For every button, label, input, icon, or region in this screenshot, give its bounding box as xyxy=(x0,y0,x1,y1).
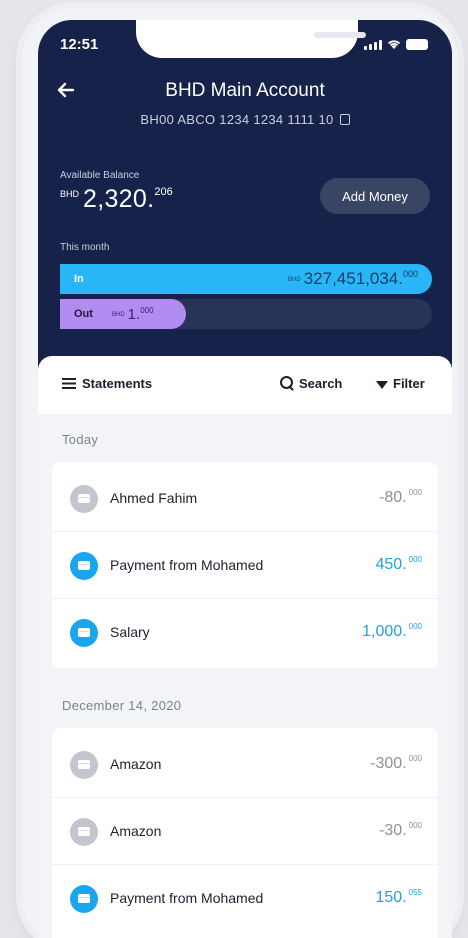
transaction-name: Salary xyxy=(110,624,150,640)
signal-icon xyxy=(364,40,382,50)
transaction-amount-decimals: 055 xyxy=(408,888,422,897)
status-icons xyxy=(364,38,428,50)
transaction-list-december: Amazon -300. 000 Amazon -30. 000 Payment f… xyxy=(52,728,438,938)
card-icon xyxy=(70,552,98,580)
transaction-amount-main: -300. xyxy=(370,755,407,772)
money-in-currency: BHD xyxy=(288,277,301,283)
transaction-amount-decimals: 000 xyxy=(408,622,422,631)
card-icon xyxy=(70,818,98,846)
money-out-amount-decimals: 000 xyxy=(140,306,154,315)
filter-label: Filter xyxy=(393,376,425,391)
section-label-december: December 14, 2020 xyxy=(62,698,182,713)
transaction-row[interactable]: Ahmed Fahim -80. 000 xyxy=(52,466,438,532)
this-month-label: This month xyxy=(60,242,110,253)
money-in-bar: In BHD 327,451,034.000 xyxy=(60,264,432,294)
transaction-amount: -30. 000 xyxy=(379,821,422,840)
section-label-today: Today xyxy=(62,432,99,447)
transaction-amount-decimals: 000 xyxy=(408,555,422,564)
transaction-amount-main: 450. xyxy=(375,556,407,573)
device-notch xyxy=(136,20,366,58)
balance-currency: BHD xyxy=(60,189,80,199)
transaction-amount-decimals: 000 xyxy=(408,754,422,763)
account-header: 12:51 BHD Main Account BH00 ABCO 1234 12… xyxy=(38,20,452,388)
transaction-row[interactable]: Payment from Mohamed 450. 000 xyxy=(52,533,438,599)
transaction-amount: -80. 000 xyxy=(379,488,422,507)
app-screen: 12:51 BHD Main Account BH00 ABCO 1234 12… xyxy=(38,20,452,938)
list-icon xyxy=(62,378,76,389)
transaction-amount: -300. 000 xyxy=(370,754,422,773)
battery-icon xyxy=(406,39,428,50)
add-money-button[interactable]: Add Money xyxy=(320,178,430,214)
transaction-name: Amazon xyxy=(110,756,162,772)
filter-icon xyxy=(376,381,388,389)
transaction-name: Amazon xyxy=(110,823,162,839)
balance-main: 2,320. xyxy=(83,185,155,213)
card-icon xyxy=(70,485,98,513)
money-in-amount: BHD 327,451,034.000 xyxy=(288,269,418,289)
page-title: BHD Main Account xyxy=(165,80,325,101)
transaction-row[interactable]: Salary 1,000. 000 xyxy=(52,600,438,666)
filter-button[interactable]: Filter xyxy=(376,376,425,391)
transaction-list-today: Ahmed Fahim -80. 000 Payment from Mohamed… xyxy=(52,462,438,668)
money-out-bar: Out BHD 1.000 xyxy=(60,299,432,329)
search-label: Search xyxy=(299,376,343,391)
notch-speaker xyxy=(314,32,366,38)
account-number: BH00 ABCO 1234 1234 1111 10 xyxy=(38,112,452,127)
money-in-label: In xyxy=(74,273,84,285)
copy-icon[interactable] xyxy=(339,114,350,125)
transaction-row[interactable]: Amazon -300. 000 xyxy=(52,732,438,798)
transaction-amount: 1,000. 000 xyxy=(362,622,422,641)
transaction-amount-main: -80. xyxy=(379,489,407,506)
statement-toolbar: Statements Search Filter xyxy=(38,356,452,414)
transaction-row[interactable]: Amazon -30. 000 xyxy=(52,799,438,865)
transaction-amount-decimals: 000 xyxy=(408,821,422,830)
statements-label: Statements xyxy=(82,376,153,391)
transaction-row[interactable]: Payment from Mohamed 150. 055 xyxy=(52,866,438,932)
transaction-name: Payment from Mohamed xyxy=(110,890,264,906)
card-icon xyxy=(70,619,98,647)
transaction-amount-main: -30. xyxy=(379,822,407,839)
statements-button[interactable]: Statements xyxy=(62,376,152,391)
balance-decimals: 206 xyxy=(154,186,173,198)
account-number-text: BH00 ABCO 1234 1234 1111 10 xyxy=(140,112,334,127)
card-icon xyxy=(70,751,98,779)
card-icon xyxy=(70,885,98,913)
transaction-amount-main: 1,000. xyxy=(362,623,407,640)
wifi-icon xyxy=(387,40,401,49)
transaction-amount-decimals: 000 xyxy=(408,488,422,497)
search-button[interactable]: Search xyxy=(280,376,342,391)
money-in-amount-main: 327,451,034. xyxy=(303,269,403,288)
money-in-amount-decimals: 000 xyxy=(402,269,418,279)
transaction-amount: 450. 000 xyxy=(376,555,423,574)
status-time: 12:51 xyxy=(60,36,99,53)
available-balance: BHD 2,320.206 xyxy=(60,185,173,214)
available-balance-label: Available Balance xyxy=(60,170,140,181)
money-out-amount-main: 1. xyxy=(127,306,141,323)
transaction-name: Payment from Mohamed xyxy=(110,557,264,573)
transaction-name: Ahmed Fahim xyxy=(110,490,198,506)
search-icon xyxy=(280,376,294,390)
transaction-amount-main: 150. xyxy=(375,889,407,906)
money-out-label: Out xyxy=(74,308,93,320)
money-out-currency: BHD xyxy=(112,312,125,318)
transaction-amount: 150. 055 xyxy=(376,888,423,907)
money-out-amount: BHD 1.000 xyxy=(112,306,154,324)
